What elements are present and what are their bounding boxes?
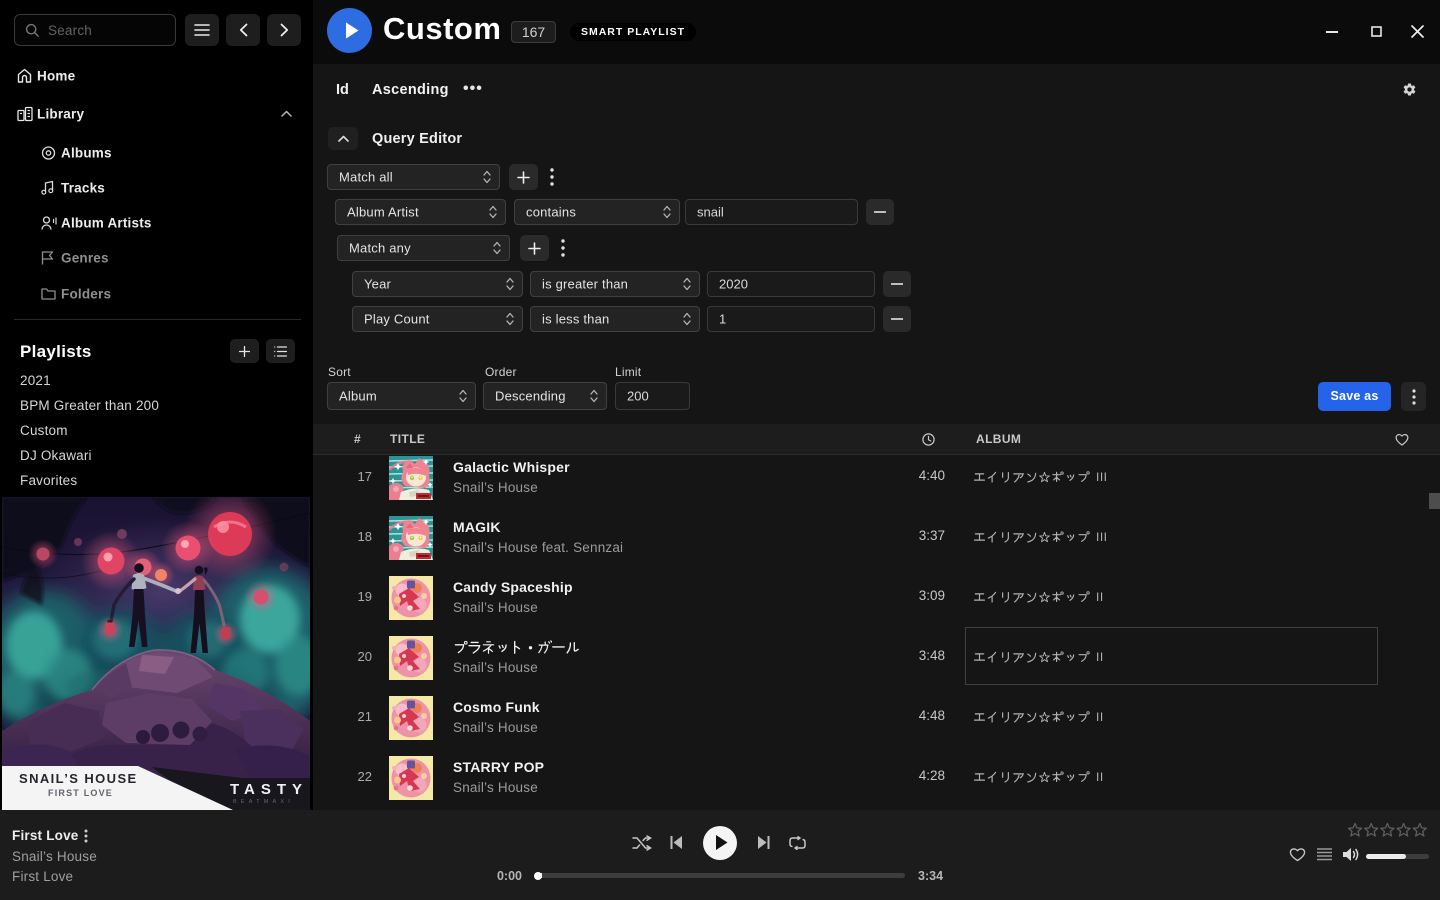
svg-text:FIRST LOVE: FIRST LOVE [48, 788, 113, 798]
svg-text:BEATMAXI: BEATMAXI [233, 799, 294, 805]
svg-text:TASTY: TASTY [230, 781, 308, 798]
svg-text:SNAIL’S HOUSE: SNAIL’S HOUSE [19, 771, 138, 786]
